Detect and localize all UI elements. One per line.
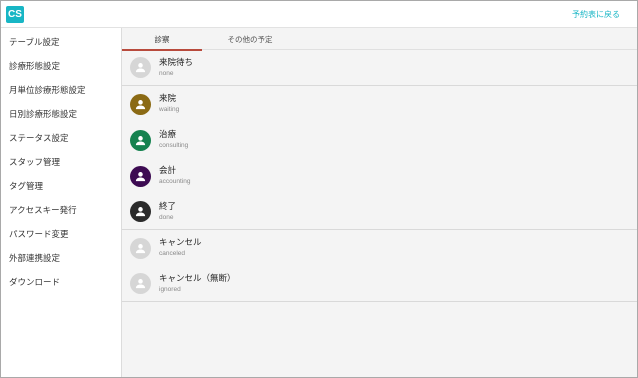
tab-other-appointments[interactable]: その他の予定 <box>202 28 298 50</box>
status-row-consulting[interactable]: 治療 consulting <box>122 122 637 158</box>
main-panel: 診察 その他の予定 来院待ち none 来院 waiting 治療 consul… <box>122 28 637 377</box>
sidebar-item-status-settings[interactable]: ステータス設定 <box>1 126 121 150</box>
sidebar-item-staff-management[interactable]: スタッフ管理 <box>1 150 121 174</box>
status-code: consulting <box>159 142 189 149</box>
app-logo: CS <box>6 6 24 23</box>
sidebar-item-download[interactable]: ダウンロード <box>1 270 121 294</box>
app-window: CS 予約表に戻る テーブル設定 診療形態設定 月単位診療形態設定 日別診療形態… <box>0 0 638 378</box>
status-code: none <box>159 69 174 77</box>
sidebar-item-treatment-type-settings[interactable]: 診療形態設定 <box>1 54 121 78</box>
tab-bar: 診察 その他の予定 <box>122 28 637 51</box>
status-row-done[interactable]: 終了 done <box>122 194 637 230</box>
sidebar-item-table-settings[interactable]: テーブル設定 <box>1 30 121 54</box>
top-bar: CS 予約表に戻る <box>1 1 637 28</box>
tab-consultation[interactable]: 診察 <box>122 28 202 51</box>
status-name: 治療 <box>159 130 177 140</box>
person-icon <box>130 129 151 151</box>
status-code: waiting <box>159 106 180 113</box>
person-icon <box>130 201 151 222</box>
status-row-accounting[interactable]: 会計 accounting <box>122 158 637 194</box>
status-code: ignored <box>159 285 181 293</box>
sidebar-item-tag-management[interactable]: タグ管理 <box>1 174 121 198</box>
sidebar-item-daily-treatment-type-settings[interactable]: 日別診療形態設定 <box>1 102 121 126</box>
status-name: 会計 <box>159 166 177 176</box>
status-code: done <box>159 213 174 221</box>
sidebar-item-monthly-treatment-type-settings[interactable]: 月単位診療形態設定 <box>1 78 121 102</box>
status-row-ignored[interactable]: キャンセル（無断） ignored <box>122 266 637 302</box>
status-list: 来院待ち none 来院 waiting 治療 consulting 会計 ac… <box>122 50 637 302</box>
sidebar: テーブル設定 診療形態設定 月単位診療形態設定 日別診療形態設定 ステータス設定… <box>1 28 122 377</box>
status-name: キャンセル（無断） <box>159 273 236 284</box>
person-icon <box>130 273 151 294</box>
status-row-waiting[interactable]: 来院 waiting <box>122 86 637 122</box>
sidebar-item-password-change[interactable]: パスワード変更 <box>1 222 121 246</box>
person-icon <box>130 93 151 115</box>
sidebar-item-access-key[interactable]: アクセスキー発行 <box>1 198 121 222</box>
person-icon <box>130 57 151 78</box>
status-name: 来院待ち <box>159 57 194 68</box>
back-to-schedule-link[interactable]: 予約表に戻る <box>572 9 620 20</box>
status-name: 終了 <box>159 201 177 212</box>
status-code: canceled <box>159 250 186 257</box>
status-code: accounting <box>159 178 191 185</box>
person-icon <box>130 237 151 259</box>
status-row-none[interactable]: 来院待ち none <box>122 50 637 86</box>
status-name: キャンセル <box>159 238 202 248</box>
sidebar-item-external-integration[interactable]: 外部連携設定 <box>1 246 121 270</box>
status-row-canceled[interactable]: キャンセル canceled <box>122 230 637 266</box>
status-name: 来院 <box>159 94 177 104</box>
person-icon <box>130 165 151 187</box>
